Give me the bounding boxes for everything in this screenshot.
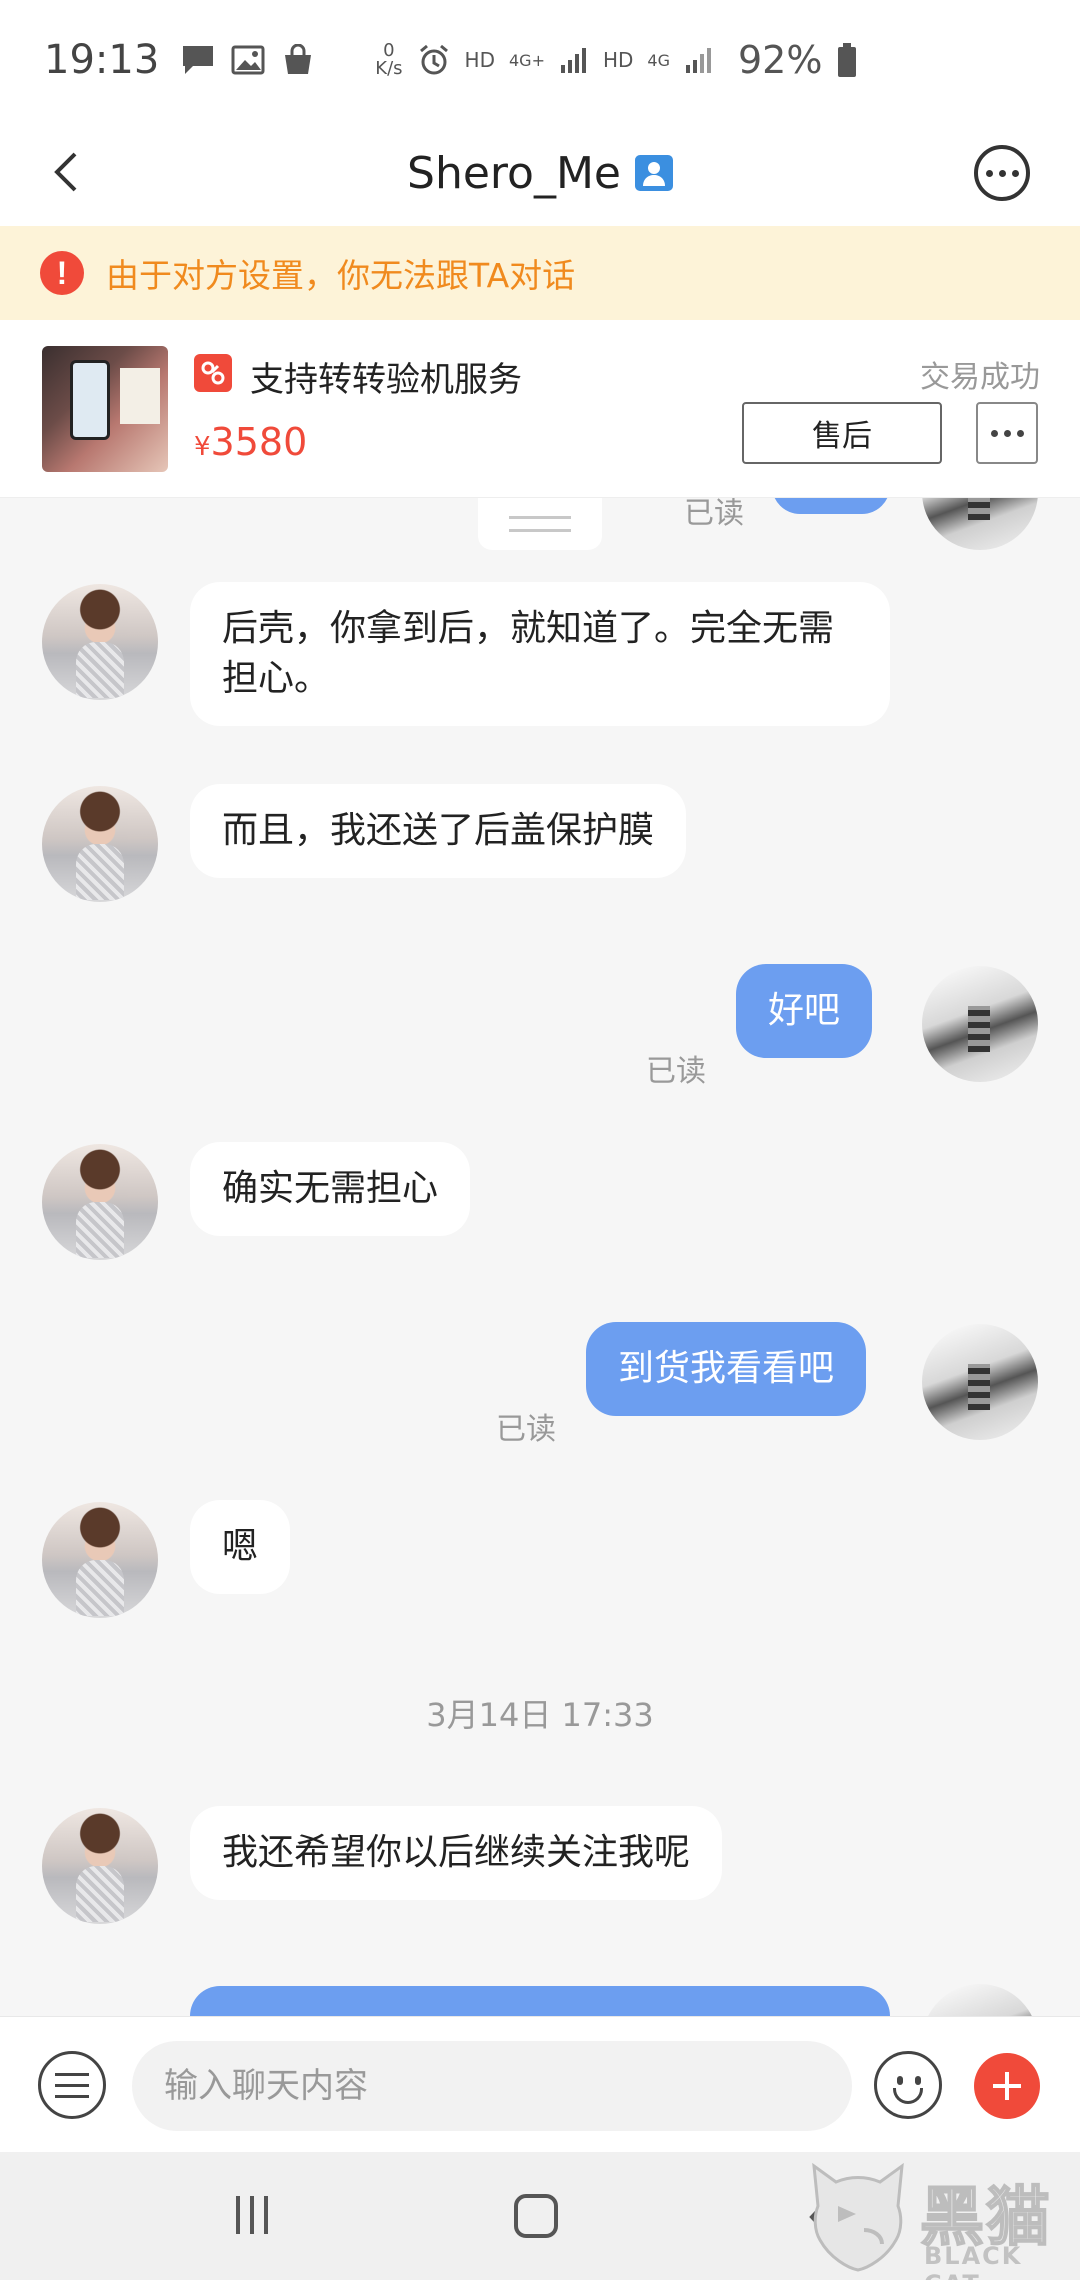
signal-icon — [560, 48, 586, 73]
page-title: Shero_Me — [407, 147, 621, 199]
read-status: 已读 — [646, 1054, 706, 1089]
emoji-mouth — [893, 2088, 923, 2104]
message-bubble[interactable]: 我还希望你以后继续关注我呢 — [190, 1806, 723, 1900]
hd-label-2: HD — [602, 48, 634, 72]
my-message-bubble[interactable]: 好吧 — [736, 964, 873, 1058]
message-bubble[interactable]: 后壳，你拿到后，就知道了。完全无需担心。 — [190, 582, 890, 726]
menu-line — [55, 2072, 89, 2076]
currency-symbol: ¥ — [194, 432, 211, 462]
message-icon — [183, 46, 214, 74]
battery-percentage: 92% — [738, 38, 823, 82]
warning-banner: ! 由于对方设置，你无法跟TA对话 — [0, 226, 1080, 320]
plus-icon — [993, 2072, 1021, 2100]
back-button[interactable] — [36, 142, 96, 202]
watermark: 黑猫 BLACK CAT — [800, 2160, 1080, 2280]
dot — [985, 169, 993, 177]
input-bar — [0, 2016, 1080, 2152]
status-bar: 19:13 0 K/s HD 4G+ HD 4G 92% — [0, 0, 1080, 120]
recent-apps-button[interactable] — [236, 2196, 268, 2234]
menu-icon[interactable] — [38, 2051, 106, 2119]
menu-line — [55, 2094, 89, 2098]
network-speed: 0 K/s — [375, 42, 402, 78]
cat-logo-icon — [812, 2162, 904, 2272]
contact-avatar[interactable] — [42, 786, 158, 902]
price-value: 3580 — [210, 420, 308, 464]
handle-line — [509, 529, 571, 532]
title-wrap: Shero_Me — [407, 148, 673, 199]
chat-timestamp: 3月14日 17:33 — [426, 1696, 654, 1734]
add-attachment-button[interactable] — [974, 2053, 1040, 2119]
my-message-bubble-clipped[interactable] — [190, 1986, 890, 2016]
message-bubble[interactable]: 确实无需担心 — [190, 1142, 471, 1236]
emoji-icon[interactable] — [874, 2051, 942, 2119]
emoji-eye — [915, 2076, 921, 2085]
collapse-handle[interactable] — [478, 498, 602, 550]
read-status: 已读 — [496, 1412, 556, 1447]
home-button[interactable] — [514, 2194, 558, 2238]
hd-label-1: HD — [464, 48, 495, 72]
menu-line — [55, 2083, 89, 2087]
product-price: ¥3580 — [194, 420, 307, 464]
more-options-button[interactable] — [974, 145, 1030, 201]
contact-avatar[interactable] — [42, 1808, 158, 1924]
product-thumbnail[interactable] — [42, 346, 168, 472]
contact-avatar[interactable] — [42, 1144, 158, 1260]
transaction-status: 交易成功 — [920, 360, 1040, 395]
chat-area[interactable]: 已读 后壳，你拿到后，就知道了。完全无需担心。 而且，我还送了后盖保护膜 已读 … — [0, 498, 1080, 2016]
exclamation-icon: ! — [40, 251, 84, 295]
my-avatar[interactable] — [922, 1984, 1038, 2016]
my-message-bubble[interactable]: 到货我看看吧 — [586, 1322, 867, 1416]
message-bubble[interactable]: 嗯 — [190, 1500, 291, 1594]
product-more-button[interactable] — [976, 402, 1038, 464]
network-type-2: 4G — [647, 50, 670, 70]
notification-icons — [181, 44, 315, 76]
service-icon — [194, 354, 232, 392]
status-time: 19:13 — [44, 37, 160, 83]
net-speed-unit: K/s — [375, 58, 403, 79]
bar — [264, 2196, 268, 2234]
gallery-icon — [231, 45, 265, 75]
my-avatar[interactable] — [922, 1324, 1038, 1440]
service-label: 支持转转验机服务 — [250, 360, 522, 400]
battery-icon — [838, 43, 857, 77]
dot — [990, 429, 998, 437]
message-bubble[interactable]: 而且，我还送了后盖保护膜 — [190, 784, 687, 878]
my-avatar[interactable] — [922, 966, 1038, 1082]
message-bubble-clipped[interactable] — [772, 498, 890, 514]
system-icons: 0 K/s HD 4G+ HD 4G 92% — [375, 38, 858, 82]
dot — [998, 169, 1006, 177]
watermark-en: BLACK CAT — [924, 2242, 1023, 2280]
signal-icon-2 — [686, 48, 711, 73]
read-status: 已读 — [684, 498, 744, 531]
alarm-icon — [419, 44, 448, 75]
handle-line — [509, 516, 571, 519]
chevron-left-icon — [54, 152, 77, 192]
shopping-bag-icon — [285, 44, 312, 74]
verified-badge-icon — [634, 155, 673, 191]
box-image — [120, 368, 160, 424]
dot — [1011, 169, 1019, 177]
bar — [250, 2196, 254, 2234]
network-type-1: 4G+ — [508, 50, 545, 70]
chat-header: Shero_Me — [0, 120, 1080, 226]
phone-image — [70, 360, 110, 440]
warning-text: 由于对方设置，你无法跟TA对话 — [106, 256, 576, 295]
after-sale-button[interactable]: 售后 — [742, 402, 942, 464]
emoji-eye — [897, 2076, 903, 2085]
product-card[interactable]: 支持转转验机服务 ¥3580 交易成功 售后 — [0, 320, 1080, 498]
message-input[interactable] — [132, 2041, 852, 2131]
dot — [1016, 429, 1024, 437]
my-avatar[interactable] — [922, 498, 1038, 550]
dot — [1003, 429, 1011, 437]
bar — [236, 2196, 240, 2234]
contact-avatar[interactable] — [42, 1502, 158, 1618]
contact-avatar[interactable] — [42, 584, 158, 700]
